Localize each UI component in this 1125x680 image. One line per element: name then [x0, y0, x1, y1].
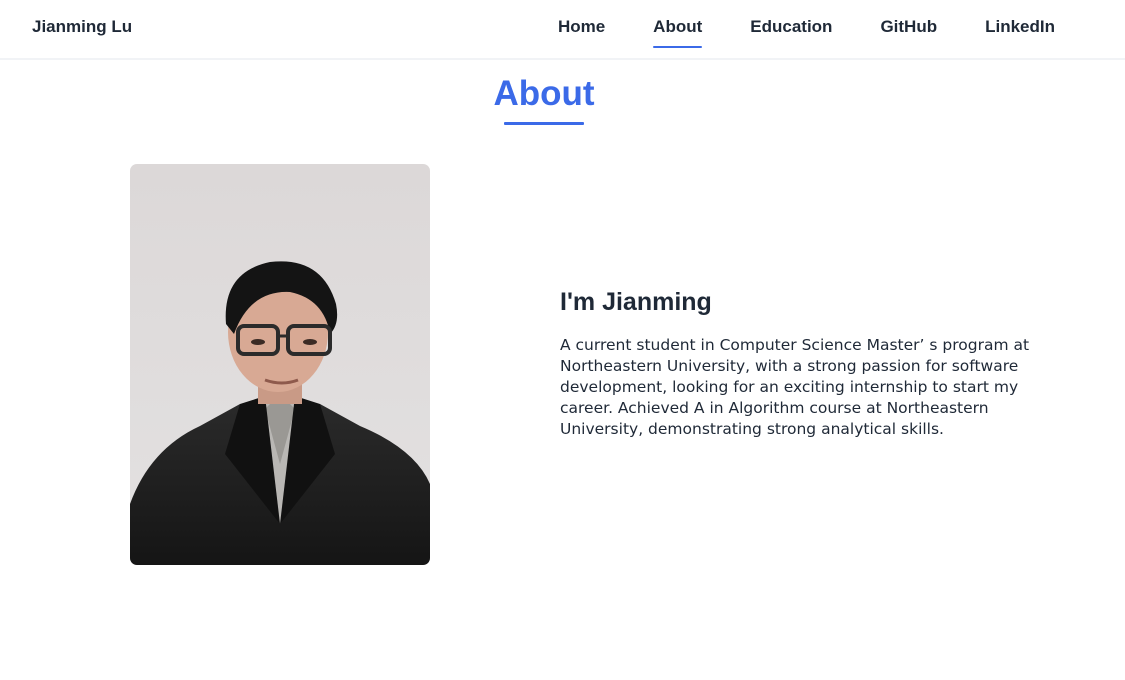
nav-links: Home About Education GitHub LinkedIn	[510, 0, 1055, 58]
nav-link-linkedin[interactable]: LinkedIn	[985, 0, 1055, 37]
nav-link-about[interactable]: About	[653, 0, 703, 48]
top-navbar: Jianming Lu Home About Education GitHub …	[0, 0, 1125, 60]
section-title: About	[493, 74, 595, 113]
brand-name[interactable]: Jianming Lu	[32, 17, 132, 37]
nav-link-home[interactable]: Home	[558, 0, 605, 37]
profile-photo	[130, 164, 430, 565]
section-title-underline	[504, 122, 584, 125]
about-heading: I'm Jianming	[560, 288, 712, 316]
about-description: A current student in Computer Science Ma…	[560, 336, 1030, 438]
nav-link-education[interactable]: Education	[750, 0, 832, 37]
nav-link-github[interactable]: GitHub	[880, 0, 937, 37]
